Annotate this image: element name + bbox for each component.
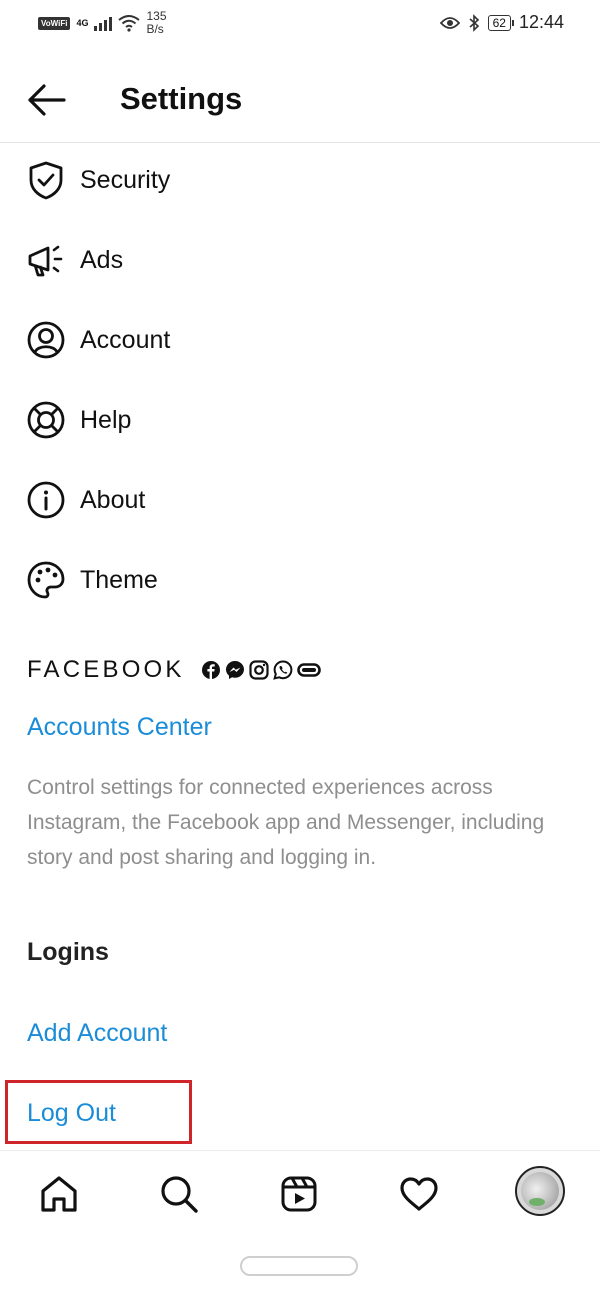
back-button[interactable]: [24, 80, 68, 120]
home-icon: [41, 1176, 77, 1212]
user-circle-icon: [27, 321, 65, 359]
avatar-image-detail: [529, 1198, 545, 1206]
profile-avatar[interactable]: [515, 1166, 565, 1216]
facebook-app-icons: [201, 660, 321, 680]
page-title: Settings: [120, 81, 243, 116]
eye-icon: [439, 16, 460, 29]
wifi-icon: [118, 15, 141, 32]
network-type: 4G: [76, 17, 89, 28]
vowifi-indicator: VoWiFi: [38, 16, 71, 30]
facebook-icon: [201, 661, 220, 679]
tab-home[interactable]: [34, 1169, 84, 1219]
accounts-center-description: Control settings for connected experienc…: [27, 776, 545, 869]
menu-label-help: Help: [80, 406, 132, 434]
tab-search[interactable]: [154, 1169, 204, 1219]
facebook-wordmark: FACEBOOK: [27, 656, 185, 683]
menu-label-security: Security: [80, 166, 171, 194]
tab-reels[interactable]: [274, 1169, 324, 1219]
portal-icon: [296, 663, 321, 677]
logins-section-title: Logins: [27, 938, 109, 966]
info-icon: [27, 481, 65, 519]
network-speed: 135 B/s: [146, 10, 166, 36]
settings-header: Settings: [0, 60, 600, 143]
menu-label-about: About: [80, 486, 146, 514]
menu-item-ads[interactable]: Ads: [0, 225, 600, 295]
bluetooth-icon: [469, 13, 479, 32]
arrow-left-icon: [28, 84, 66, 116]
megaphone-icon: [28, 245, 63, 277]
menu-item-security[interactable]: Security: [0, 145, 600, 215]
add-account-link[interactable]: Add Account: [27, 1016, 167, 1050]
log-out-link[interactable]: Log Out: [27, 1096, 116, 1130]
signal-icon: [94, 15, 113, 31]
speed-unit: B/s: [146, 22, 164, 36]
instagram-icon: [249, 660, 269, 680]
menu-item-account[interactable]: Account: [0, 305, 600, 375]
status-right: 62 12:44: [439, 12, 564, 33]
lifebuoy-icon: [27, 401, 65, 439]
menu-label-ads: Ads: [80, 246, 124, 274]
battery-indicator: 62: [487, 14, 515, 31]
reels-icon: [281, 1176, 317, 1212]
menu-item-help[interactable]: Help: [0, 385, 600, 455]
clock: 12:44: [518, 12, 564, 32]
menu-item-about[interactable]: About: [0, 465, 600, 535]
heart-icon: [400, 1177, 438, 1211]
menu-label-theme: Theme: [80, 566, 158, 594]
facebook-section-header: FACEBOOK: [27, 655, 321, 685]
whatsapp-icon: [272, 660, 293, 680]
status-bar: VoWiFi 4G 135 B/s 62 12:44: [0, 0, 600, 50]
status-left: VoWiFi 4G 135 B/s: [38, 10, 167, 36]
bottom-tab-bar: [0, 1150, 600, 1235]
home-indicator[interactable]: [240, 1256, 358, 1276]
menu-item-theme[interactable]: Theme: [0, 545, 600, 615]
search-icon: [161, 1176, 198, 1213]
shield-check-icon: [29, 161, 63, 200]
accounts-center-link[interactable]: Accounts Center: [27, 710, 212, 744]
tab-activity[interactable]: [394, 1169, 444, 1219]
messenger-icon: [225, 661, 244, 679]
palette-icon: [27, 561, 65, 599]
menu-label-account: Account: [80, 326, 171, 354]
